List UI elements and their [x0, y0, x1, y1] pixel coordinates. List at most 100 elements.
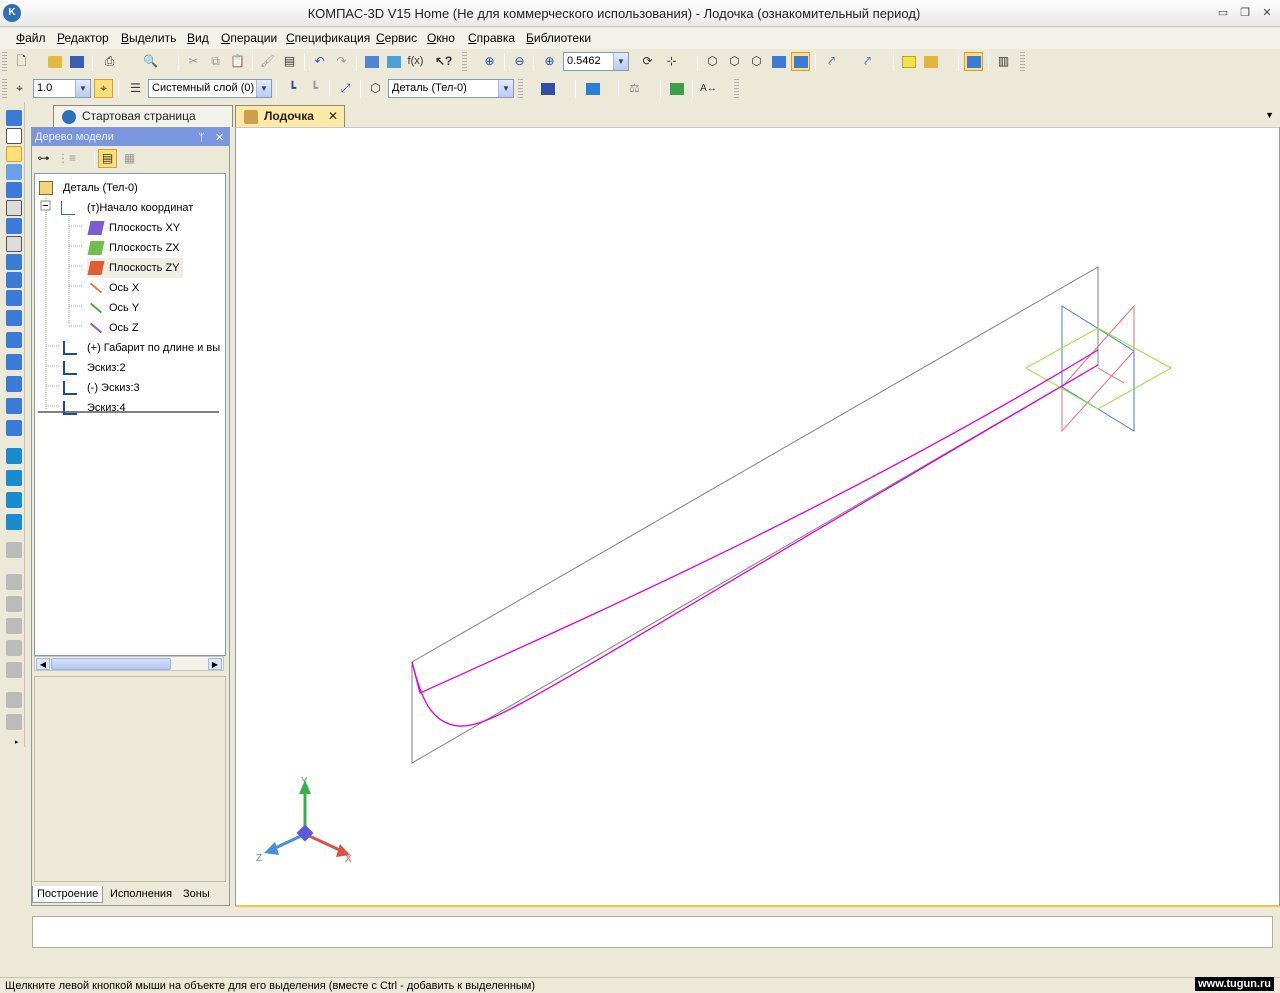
- close-icon[interactable]: ✕: [1260, 6, 1274, 20]
- scroll-left-icon[interactable]: ◀: [36, 658, 50, 670]
- hidden-lines-icon[interactable]: ⬡: [725, 52, 744, 71]
- spatial-curves-icon[interactable]: [6, 128, 22, 144]
- document-props-icon[interactable]: ▥: [994, 52, 1013, 71]
- model-canvas[interactable]: Y X Z: [236, 128, 1279, 904]
- format-painter-icon[interactable]: 🖌: [258, 52, 277, 71]
- tree-item-plane-xy[interactable]: Плоскость XY: [87, 218, 225, 238]
- thin-lines-icon[interactable]: ⬡: [747, 52, 766, 71]
- sheet-metal-icon[interactable]: [6, 200, 22, 216]
- step-icon[interactable]: ⌖: [10, 79, 29, 98]
- wireframe-icon[interactable]: ⬡: [703, 52, 722, 71]
- tree-item-plane-zx[interactable]: Плоскость ZX: [87, 238, 225, 258]
- zoom-combo[interactable]: 0.5462 ▼: [563, 52, 629, 71]
- sweep-icon[interactable]: [6, 354, 22, 370]
- dimension-icon[interactable]: A↔: [699, 79, 718, 98]
- copy-icon[interactable]: ⧉: [206, 52, 225, 71]
- save-icon[interactable]: [67, 52, 86, 71]
- print-preview-icon[interactable]: 🔍: [141, 52, 160, 71]
- rib-icon[interactable]: [6, 514, 22, 530]
- surface-icon[interactable]: [6, 146, 22, 162]
- library-part-icon[interactable]: [921, 52, 940, 71]
- material-icon[interactable]: [538, 79, 557, 98]
- menu-specification[interactable]: Спецификация: [286, 31, 370, 45]
- tree-item-sketch-2[interactable]: Эскиз:2: [63, 358, 223, 378]
- elements-icon[interactable]: [6, 290, 22, 306]
- tree-item-axis-x[interactable]: Ось X: [87, 278, 225, 298]
- loft-icon[interactable]: [6, 376, 22, 392]
- tab-versions[interactable]: Исполнения: [106, 886, 176, 903]
- mirror-icon[interactable]: [6, 574, 22, 590]
- cut-revolve-icon[interactable]: [6, 420, 22, 436]
- zoom-fit-icon[interactable]: ⊖: [510, 52, 529, 71]
- menu-libraries[interactable]: Библиотеки: [526, 31, 591, 45]
- tree-item-sketch-1[interactable]: (+) Габарит по длине и вы: [63, 338, 225, 358]
- copy-icon[interactable]: [6, 714, 22, 730]
- chevron-down-icon[interactable]: ▼: [256, 80, 271, 97]
- layer-icon[interactable]: ☰: [126, 79, 145, 98]
- tree-item-sketch-4[interactable]: Эскиз:4: [63, 398, 223, 418]
- print-icon[interactable]: ⎙: [100, 52, 119, 71]
- snap-icon[interactable]: ⌖: [94, 79, 113, 98]
- scroll-thumb[interactable]: [51, 658, 171, 670]
- pattern-icon[interactable]: [6, 692, 22, 708]
- pin-icon[interactable]: ᛘ: [198, 129, 205, 147]
- detail-combo[interactable]: Деталь (Тел-0) ▼: [388, 79, 514, 98]
- chamfer-icon[interactable]: [6, 470, 22, 486]
- function-icon[interactable]: f(x): [406, 52, 425, 71]
- tree-toggle-icon[interactable]: [964, 52, 983, 71]
- menu-service[interactable]: Сервис: [376, 31, 417, 45]
- section-icon[interactable]: ⤤: [822, 52, 841, 71]
- horizontal-scrollbar[interactable]: ◀ ▶: [34, 656, 224, 671]
- redo-icon[interactable]: ↷: [332, 52, 351, 71]
- chevron-down-icon[interactable]: ▼: [613, 53, 628, 70]
- menu-editor[interactable]: Редактор: [57, 31, 109, 45]
- incline-icon[interactable]: [6, 596, 22, 612]
- model-viewport[interactable]: Y X Z: [235, 127, 1280, 907]
- extrude-icon[interactable]: [6, 310, 22, 326]
- split-icon[interactable]: [6, 618, 22, 634]
- minimize-icon[interactable]: ▭: [1216, 6, 1230, 20]
- edit-sketch-icon[interactable]: ┗: [305, 79, 324, 98]
- chevron-down-icon[interactable]: ▼: [75, 80, 90, 97]
- parametric-icon[interactable]: ⤢: [336, 79, 355, 98]
- hole-icon[interactable]: [6, 492, 22, 508]
- scroll-right-icon[interactable]: ▶: [208, 658, 222, 670]
- variables-icon[interactable]: [384, 52, 403, 71]
- properties-icon[interactable]: ▤: [280, 52, 299, 71]
- tab-construction[interactable]: Построение: [32, 886, 104, 903]
- rotate-icon[interactable]: ⟳: [638, 52, 657, 71]
- menu-file[interactable]: Файл: [16, 31, 46, 45]
- step-combo[interactable]: 1.0 ▼: [33, 79, 91, 98]
- tab-start-page[interactable]: Стартовая страница: [53, 105, 233, 127]
- tree-item-part[interactable]: Деталь (Тел-0): [39, 178, 219, 198]
- shell-icon[interactable]: [6, 542, 22, 558]
- edit-part-icon[interactable]: [6, 110, 22, 126]
- specification-icon[interactable]: [6, 254, 22, 270]
- expand-icon[interactable]: ▸: [15, 738, 19, 746]
- shaded-edges-icon[interactable]: [791, 52, 810, 71]
- paste-icon[interactable]: 📋: [228, 52, 247, 71]
- sketch-icon[interactable]: ┗: [283, 79, 302, 98]
- chevron-down-icon[interactable]: ▼: [1265, 110, 1274, 120]
- new-file-icon[interactable]: 🗋: [12, 52, 31, 71]
- component-icon[interactable]: [899, 52, 918, 71]
- command-input-area[interactable]: [32, 916, 1273, 948]
- close-icon[interactable]: ✕: [328, 106, 338, 127]
- fillet-icon[interactable]: [6, 448, 22, 464]
- undo-icon[interactable]: ↶: [310, 52, 329, 71]
- tree-filter-icon[interactable]: ▦: [120, 149, 139, 168]
- chevron-down-icon[interactable]: ▼: [498, 80, 513, 97]
- thread-icon[interactable]: [6, 662, 22, 678]
- tree-view-icon[interactable]: ⋮≡: [56, 149, 76, 168]
- menu-select[interactable]: Выделить: [121, 31, 176, 45]
- shaded-icon[interactable]: [769, 52, 788, 71]
- tree-item-axis-z[interactable]: Ось Z: [87, 318, 225, 338]
- zoom-window-icon[interactable]: ⊕: [480, 52, 499, 71]
- tree-item-plane-zy[interactable]: Плоскость ZY: [87, 258, 183, 278]
- zoom-scale-icon[interactable]: ⊕: [540, 52, 559, 71]
- menu-operations[interactable]: Операции: [221, 31, 277, 45]
- close-icon[interactable]: ✕: [215, 129, 224, 147]
- tab-zones[interactable]: Зоны: [179, 886, 214, 903]
- revolve-icon[interactable]: [6, 332, 22, 348]
- help-cursor-icon[interactable]: ↖?: [434, 52, 453, 71]
